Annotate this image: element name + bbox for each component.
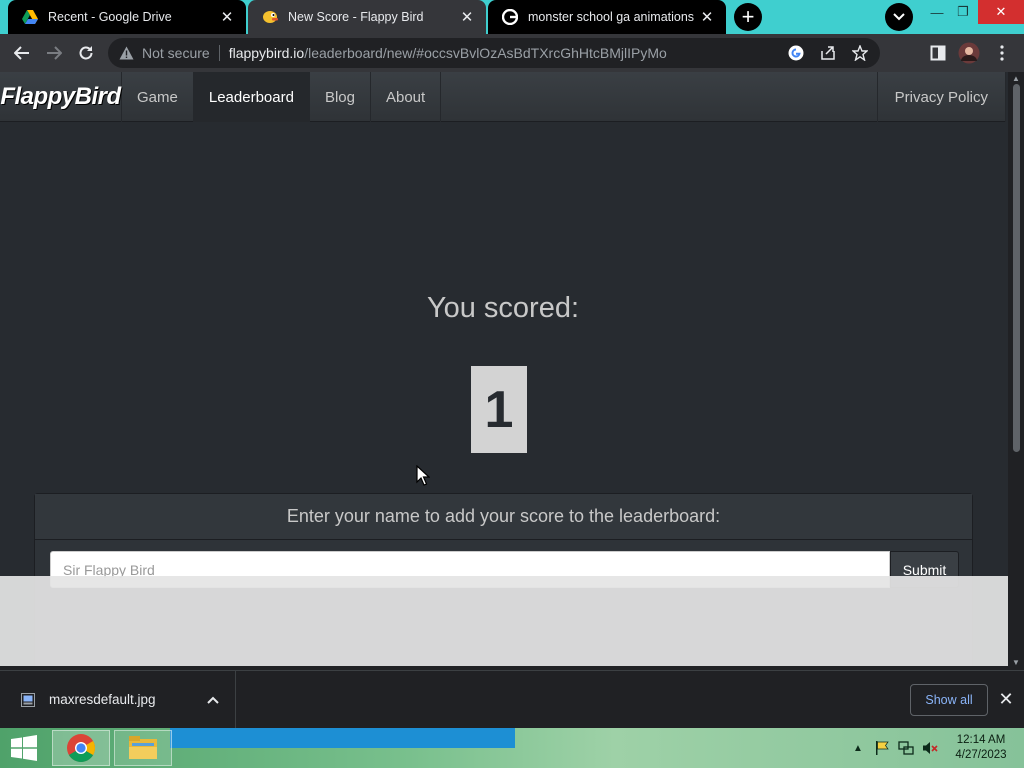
avatar-icon	[958, 42, 980, 64]
score-value: 1	[471, 366, 527, 453]
download-item[interactable]: maxresdefault.jpg	[0, 671, 236, 728]
chevron-down-icon	[893, 13, 905, 21]
google-icon	[502, 9, 518, 25]
mouse-cursor-icon	[416, 464, 431, 492]
security-label[interactable]: Not secure	[142, 45, 210, 61]
tab-title: Recent - Google Drive	[48, 10, 172, 24]
nav-blog[interactable]: Blog	[310, 72, 371, 122]
reload-icon	[79, 46, 93, 60]
download-file-name: maxresdefault.jpg	[49, 692, 156, 707]
scroll-up-icon[interactable]: ▲	[1011, 74, 1021, 84]
tab-flappy-bird[interactable]: New Score - Flappy Bird ✕	[248, 0, 486, 34]
scroll-thumb[interactable]	[1013, 84, 1020, 452]
page-scrollbar[interactable]: ▲ ▼	[1008, 72, 1024, 670]
tray-expand-icon[interactable]: ▲	[850, 740, 866, 756]
arrow-left-icon	[14, 46, 29, 60]
folder-icon	[129, 736, 157, 759]
forward-button[interactable]	[40, 39, 68, 67]
nav-leaderboard[interactable]: Leaderboard	[193, 72, 310, 122]
back-button[interactable]	[8, 39, 36, 67]
restore-button[interactable]: ❐	[948, 0, 978, 24]
google-drive-icon	[22, 9, 38, 25]
chrome-icon	[67, 734, 95, 762]
score-heading: You scored:	[426, 292, 580, 324]
tab-strip: Recent - Google Drive ✕ New Score - Flap…	[0, 0, 1024, 34]
url-text[interactable]: flappybird.io/leaderboard/new/#occsvBvlO…	[229, 45, 667, 61]
chrome-menu-button[interactable]	[988, 39, 1016, 67]
windows-start-icon[interactable]	[0, 728, 48, 768]
clock-time: 12:14 AM	[956, 734, 1006, 746]
network-icon[interactable]	[898, 740, 914, 756]
show-all-button[interactable]: Show all	[910, 684, 988, 716]
tab-google-drive[interactable]: Recent - Google Drive ✕	[8, 0, 246, 34]
windows-taskbar: ▲ 12:14 AM 4/27/2023	[0, 728, 1024, 768]
url-host: flappybird.io	[228, 45, 305, 61]
action-center-flag-icon[interactable]	[874, 740, 890, 756]
download-bar: maxresdefault.jpg Show all ✕	[0, 670, 1024, 728]
profile-avatar[interactable]	[955, 39, 983, 67]
nav-about[interactable]: About	[371, 72, 442, 122]
page-viewport: FlappyBird Game Leaderboard Blog About P…	[0, 72, 1008, 666]
tab-monster-school[interactable]: monster school ga animations - G ✕	[488, 0, 726, 34]
nav-privacy-policy[interactable]: Privacy Policy	[876, 72, 1006, 122]
side-panel-button[interactable]	[924, 39, 952, 67]
tab-search-button[interactable]	[885, 3, 913, 31]
taskbar-file-explorer[interactable]	[114, 730, 172, 766]
scroll-down-icon[interactable]: ▼	[1011, 658, 1021, 668]
address-bar[interactable]: Not secure flappybird.io/leaderboard/new…	[108, 38, 880, 68]
clock-date: 4/27/2023	[955, 749, 1007, 761]
page-overlay	[0, 576, 1008, 666]
side-panel-icon	[930, 45, 946, 61]
site-logo[interactable]: FlappyBird	[0, 72, 122, 122]
window-close-button[interactable]: ✕	[978, 0, 1024, 24]
share-icon[interactable]	[818, 43, 838, 63]
taskbar-chrome[interactable]	[52, 730, 110, 766]
system-tray: ▲	[850, 728, 938, 768]
site-navbar: FlappyBird Game Leaderboard Blog About P…	[0, 72, 1006, 122]
volume-muted-icon[interactable]	[922, 740, 938, 756]
more-vert-icon	[1000, 45, 1004, 61]
image-file-icon	[20, 692, 36, 708]
bookmark-star-icon[interactable]	[850, 43, 870, 63]
download-bar-close-icon[interactable]: ✕	[996, 689, 1016, 709]
tab-title: monster school ga animations - G	[528, 10, 698, 24]
tab-close-icon[interactable]: ✕	[218, 8, 236, 26]
tab-close-icon[interactable]: ✕	[698, 8, 716, 26]
url-path: /leaderboard/new/#occsvBvlOzAsBdTXrcGhHt…	[304, 45, 667, 61]
divider	[218, 45, 220, 61]
new-tab-button[interactable]: +	[734, 3, 762, 31]
browser-toolbar: Not secure flappybird.io/leaderboard/new…	[0, 34, 1024, 72]
google-lens-icon[interactable]	[786, 43, 806, 63]
nav-game[interactable]: Game	[122, 72, 194, 122]
warning-icon[interactable]	[118, 45, 134, 61]
flappy-bird-icon	[262, 9, 278, 25]
reload-button[interactable]	[72, 39, 100, 67]
tab-close-icon[interactable]: ✕	[458, 8, 476, 26]
arrow-right-icon	[47, 46, 62, 60]
leaderboard-prompt: Enter your name to add your score to the…	[35, 494, 972, 540]
wallpaper-stripe	[170, 728, 515, 748]
tab-title: New Score - Flappy Bird	[288, 10, 424, 24]
taskbar-clock[interactable]: 12:14 AM 4/27/2023	[946, 733, 1016, 763]
chevron-up-icon[interactable]	[201, 688, 225, 712]
